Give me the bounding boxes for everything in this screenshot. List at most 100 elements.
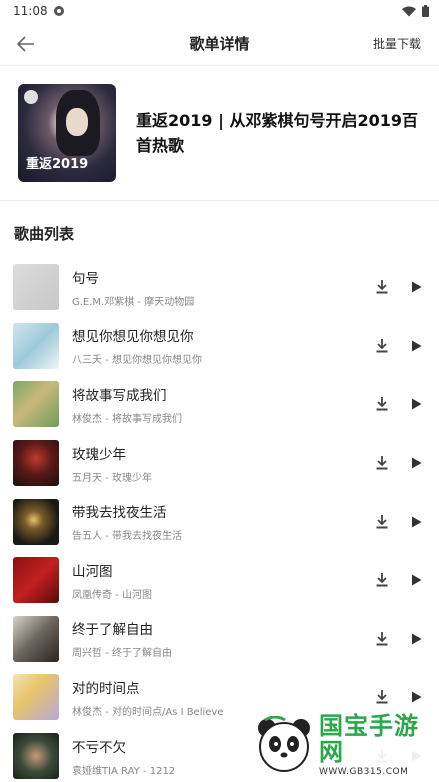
watermark: 国宝手游网 WWW.GB315.COM [239,708,439,782]
play-icon [411,633,421,645]
status-time: 11:08 [13,4,48,18]
download-button[interactable] [373,278,391,296]
playlist-title: 重返2019 | 从邓紫棋句号开启2019百首热歌 [136,111,419,155]
song-row[interactable]: 玫瑰少年五月天 - 玫瑰少年 [0,434,439,493]
status-bar: 11:08 [0,0,439,22]
playlist-header: 重返2019 重返2019 | 从邓紫棋句号开启2019百首热歌 [0,66,439,201]
song-text: 终于了解自由周兴哲 - 终于了解自由 [72,618,373,659]
play-button[interactable] [407,513,425,531]
song-text: 将故事写成我们林俊杰 - 将故事写成我们 [72,384,373,425]
song-actions [373,337,425,355]
song-name: 玫瑰少年 [72,446,126,463]
song-thumbnail [13,498,59,545]
song-artist-album: 凤凰传奇 - 山河图 [72,589,152,601]
song-name: 带我去找夜生活 [72,505,167,522]
song-name: 山河图 [72,563,113,580]
cover-text: 重返2019 [26,157,89,172]
song-artist-album: 林俊杰 - 将故事写成我们 [72,413,182,425]
song-row[interactable]: 带我去找夜生活告五人 - 带我去找夜生活 [0,492,439,551]
batch-download-button[interactable]: 批量下载 [373,35,421,52]
song-text: 带我去找夜生活告五人 - 带我去找夜生活 [72,501,373,542]
download-icon [376,280,388,294]
song-artist-album: 八三夭 - 想见你想见你想见你 [72,355,202,367]
play-button[interactable] [407,337,425,355]
download-icon [376,338,388,353]
song-text: 想见你想见你想见你八三夭 - 想见你想见你想见你 [72,325,373,366]
song-actions [373,630,425,648]
song-name: 终于了解自由 [72,622,153,639]
song-name: 想见你想见你想见你 [72,329,194,346]
play-button[interactable] [407,454,425,472]
song-artist-album: 五月天 - 玫瑰少年 [72,472,152,484]
play-button[interactable] [407,278,425,296]
song-thumbnail [13,440,59,487]
play-icon [411,398,421,410]
play-button[interactable] [407,395,425,413]
play-icon [411,457,421,469]
song-actions [373,278,425,296]
download-button[interactable] [373,688,391,706]
notification-icon [53,6,64,16]
song-actions [373,395,425,413]
download-icon [376,456,388,470]
watermark-url: WWW.GB315.COM [319,767,409,777]
download-button[interactable] [373,454,391,472]
song-thumbnail [13,557,59,604]
song-name: 句号 [72,270,99,287]
download-icon [376,514,388,529]
play-button[interactable] [407,630,425,648]
song-thumbnail [13,733,59,780]
song-row[interactable]: 句号 G.E.M.邓紫棋 - 摩天动物园 [0,258,439,317]
play-icon [411,574,421,586]
song-actions [373,454,425,472]
song-artist-album: 告五人 - 带我去找夜生活 [72,531,182,543]
arrow-left-icon [17,35,34,52]
download-button[interactable] [373,337,391,355]
download-button[interactable] [373,630,391,648]
song-artist-album: 周兴哲 - 终于了解自由 [72,648,172,660]
watermark-text: 国宝手游网 WWW.GB315.COM [319,713,439,777]
song-actions [373,688,425,706]
cover-face [66,108,88,136]
cover-logo-icon [24,90,38,104]
wifi-icon [402,6,416,16]
battery-icon [422,5,429,17]
download-button[interactable] [373,395,391,413]
song-row[interactable]: 山河图凤凰传奇 - 山河图 [0,551,439,610]
song-thumbnail [13,381,59,428]
back-button[interactable] [14,32,38,56]
status-right [402,5,429,17]
playlist-cover: 重返2019 [18,84,116,182]
play-icon [411,340,421,352]
song-list-title: 歌曲列表 [14,225,75,243]
download-icon [376,573,388,587]
panda-logo-icon [255,715,313,774]
song-name: 对的时间点 [72,680,140,697]
song-actions [373,513,425,531]
play-icon [411,281,421,293]
song-text: 句号 G.E.M.邓紫棋 - 摩天动物园 [72,267,373,308]
download-icon [376,397,388,411]
song-row[interactable]: 想见你想见你想见你八三夭 - 想见你想见你想见你 [0,317,439,376]
status-left: 11:08 [13,4,64,18]
song-row[interactable]: 将故事写成我们林俊杰 - 将故事写成我们 [0,375,439,434]
song-name: 将故事写成我们 [72,387,167,404]
download-icon [376,690,388,704]
song-text: 玫瑰少年五月天 - 玫瑰少年 [72,443,373,484]
song-thumbnail [13,674,59,721]
song-thumbnail [13,322,59,369]
play-button[interactable] [407,571,425,589]
song-thumbnail [13,615,59,662]
app-bar: 歌单详情 批量下载 [0,22,439,66]
song-actions [373,571,425,589]
watermark-brand: 国宝手游网 [319,712,419,766]
play-button[interactable] [407,688,425,706]
play-icon [411,691,421,703]
song-row[interactable]: 终于了解自由周兴哲 - 终于了解自由 [0,610,439,669]
download-icon [376,631,388,646]
song-text: 山河图凤凰传奇 - 山河图 [72,560,373,601]
song-artist-album: G.E.M.邓紫棋 - 摩天动物园 [72,296,195,308]
download-button[interactable] [373,571,391,589]
song-list: 句号 G.E.M.邓紫棋 - 摩天动物园想见你想见你想见你八三夭 - 想见你想见你… [0,258,439,782]
download-button[interactable] [373,513,391,531]
